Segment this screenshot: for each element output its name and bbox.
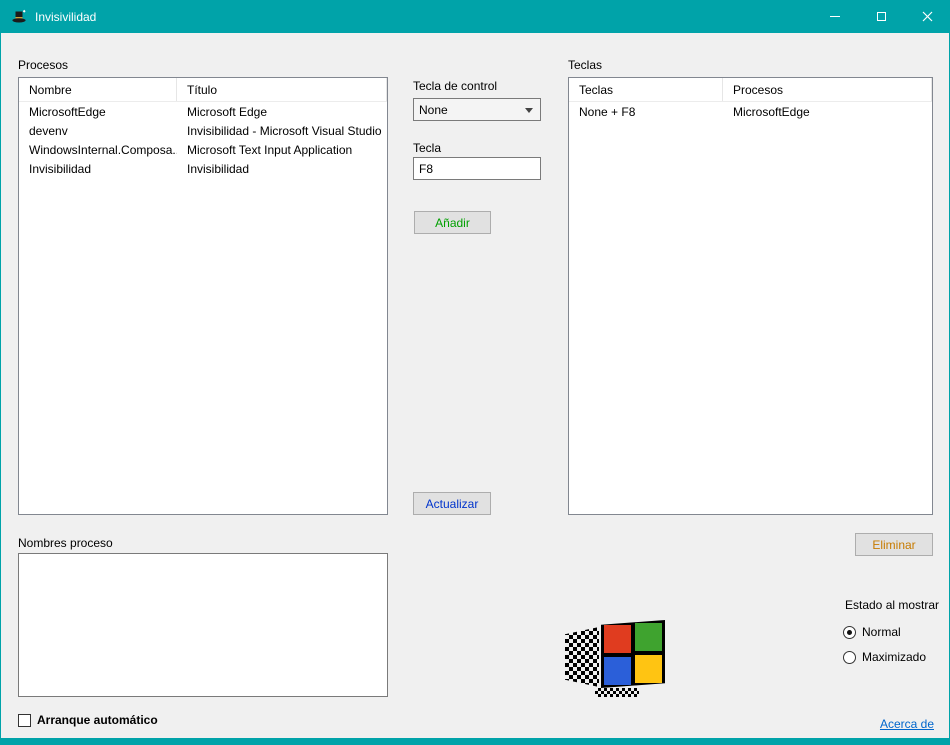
column-header-nombre[interactable]: Nombre	[19, 78, 177, 101]
process-name: WindowsInternal.Composa...	[29, 142, 177, 157]
tecla-row[interactable]: None + F8 MicrosoftEdge	[569, 102, 932, 121]
process-title: Microsoft Text Input Application	[187, 142, 353, 157]
process-row[interactable]: devenv Invisibilidad - Microsoft Visual …	[19, 121, 387, 140]
caption-buttons	[812, 0, 950, 33]
app-window: Invisivilidad Procesos Nombre Título Mic…	[0, 0, 950, 745]
logo-flag	[601, 620, 665, 688]
tecla-label: Tecla	[413, 141, 442, 155]
teclas-listview[interactable]: Teclas Procesos None + F8 MicrosoftEdge	[568, 77, 933, 515]
teclas-label: Teclas	[568, 58, 603, 72]
minimize-icon	[830, 16, 840, 17]
nombres-proceso-label: Nombres proceso	[18, 536, 113, 550]
maximize-icon	[876, 12, 886, 21]
process-row[interactable]: MicrosoftEdge Microsoft Edge	[19, 102, 387, 121]
windows-logo	[565, 620, 665, 697]
column-header-titulo[interactable]: Título	[177, 78, 387, 101]
logo-pixel-trail	[565, 627, 599, 687]
tecla-input[interactable]	[413, 157, 541, 180]
close-button[interactable]	[904, 0, 950, 33]
process-name: Invisibilidad	[29, 161, 92, 176]
process-name: devenv	[29, 123, 68, 138]
estado-al-mostrar-label: Estado al mostrar	[845, 598, 940, 612]
titlebar: Invisivilidad	[0, 0, 950, 33]
process-title: Invisibilidad - Microsoft Visual Studio	[187, 123, 382, 138]
arranque-automatico-checkbox[interactable]: Arranque automático	[18, 713, 158, 727]
maximize-button[interactable]	[858, 0, 904, 33]
arranque-automatico-label: Arranque automático	[37, 713, 158, 727]
actualizar-button[interactable]: Actualizar	[413, 492, 491, 515]
nombres-proceso-textarea[interactable]	[18, 553, 388, 697]
logo-pane-red	[604, 625, 631, 653]
tecla-de-control-label: Tecla de control	[413, 79, 498, 93]
process-title: Microsoft Edge	[187, 104, 268, 119]
process-row[interactable]: WindowsInternal.Composa... Microsoft Tex…	[19, 140, 387, 159]
checkbox-icon	[18, 713, 31, 727]
radio-normal[interactable]: Normal	[843, 625, 901, 639]
radio-normal-label: Normal	[862, 625, 901, 639]
window-border-left	[0, 0, 1, 745]
tecla-control-combobox[interactable]: None	[413, 98, 541, 121]
column-header-procesos[interactable]: Procesos	[723, 78, 932, 101]
procesos-label: Procesos	[18, 58, 69, 72]
logo-pane-yellow	[635, 655, 662, 683]
logo-pane-blue	[604, 657, 631, 685]
radio-unselected-icon	[843, 650, 856, 664]
process-name: MicrosoftEdge	[29, 104, 106, 119]
tecla-proceso: MicrosoftEdge	[733, 104, 810, 119]
radio-maximizado[interactable]: Maximizado	[843, 650, 926, 664]
process-row[interactable]: Invisibilidad Invisibilidad	[19, 159, 387, 178]
logo-pane-green	[635, 623, 662, 651]
close-icon	[922, 11, 932, 22]
minimize-button[interactable]	[812, 0, 858, 33]
procesos-listview[interactable]: Nombre Título MicrosoftEdge Microsoft Ed…	[18, 77, 388, 515]
combo-selected-value: None	[419, 102, 448, 117]
eliminar-button[interactable]: Eliminar	[855, 533, 933, 556]
tecla-combo: None + F8	[579, 104, 636, 119]
window-title: Invisivilidad	[35, 9, 97, 24]
chevron-down-icon	[525, 108, 533, 113]
procesos-header: Nombre Título	[19, 78, 387, 102]
anadir-button[interactable]: Añadir	[414, 211, 491, 234]
acerca-de-link[interactable]: Acerca de	[880, 717, 934, 731]
radio-selected-icon	[843, 625, 856, 639]
magician-hat-icon	[11, 9, 27, 25]
teclas-header: Teclas Procesos	[569, 78, 932, 102]
radio-maximizado-label: Maximizado	[862, 650, 927, 664]
logo-pixel-trail-bottom	[595, 688, 639, 697]
process-title: Invisibilidad	[187, 161, 250, 176]
column-header-teclas[interactable]: Teclas	[569, 78, 723, 101]
window-border-bottom	[0, 738, 950, 745]
